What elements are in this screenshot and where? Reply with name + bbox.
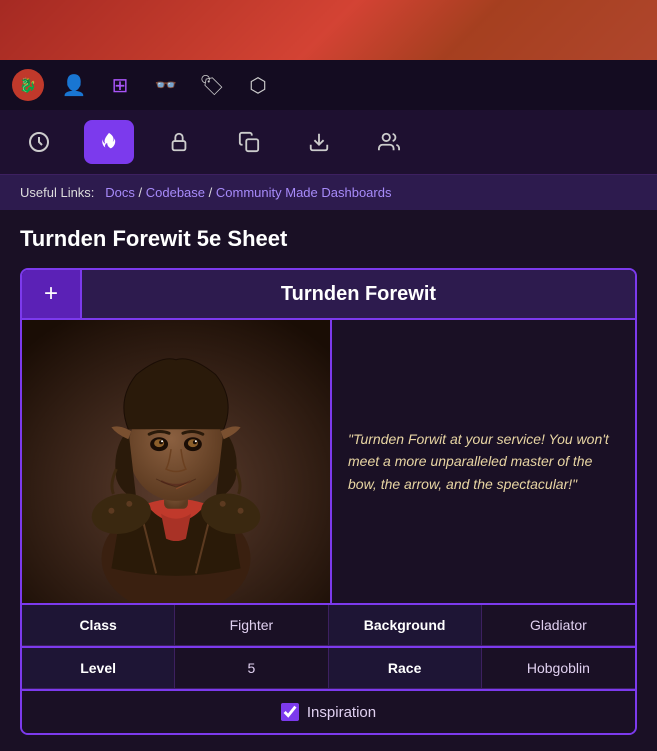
sheet-title: Turnden Forewit 5e Sheet: [20, 226, 637, 252]
tag-icon[interactable]: 🏷: [196, 69, 228, 101]
background-value: Gladiator: [482, 605, 635, 646]
card-header: + Turnden Forewit: [22, 270, 635, 320]
glasses-icon[interactable]: 👓: [150, 69, 182, 101]
tab-users[interactable]: [364, 120, 414, 164]
info-grid-row1: Class Fighter Background Gladiator: [22, 603, 635, 646]
codebase-link[interactable]: Codebase: [146, 185, 205, 200]
background-label: Background: [329, 605, 482, 646]
class-value: Fighter: [175, 605, 328, 646]
top-nav: 🐉 👤 ⊞ 👓 🏷 ⬡: [0, 60, 657, 110]
race-label: Race: [329, 648, 482, 689]
inspiration-label: Inspiration: [307, 704, 376, 721]
quote-text: "Turnden Forwit at your service! You won…: [348, 428, 619, 495]
brand-icon[interactable]: 🐉: [12, 69, 44, 101]
card-body: "Turnden Forwit at your service! You won…: [22, 320, 635, 603]
character-card: + Turnden Forewit: [20, 268, 637, 735]
user-icon[interactable]: 👤: [58, 69, 90, 101]
top-background: [0, 0, 657, 60]
tab-flame[interactable]: [84, 120, 134, 164]
level-value: 5: [175, 648, 328, 689]
character-portrait: [22, 320, 332, 603]
add-character-button[interactable]: +: [22, 270, 82, 318]
docs-link[interactable]: Docs: [105, 185, 135, 200]
portrait-svg: [22, 320, 330, 603]
links-bar: Useful Links: Docs / Codebase / Communit…: [0, 175, 657, 210]
race-value: Hobgoblin: [482, 648, 635, 689]
community-dashboards-link[interactable]: Community Made Dashboards: [216, 185, 392, 200]
inspiration-checkbox[interactable]: [281, 703, 299, 721]
links-label: Useful Links:: [20, 185, 94, 200]
inspiration-row: Inspiration: [22, 689, 635, 733]
main-content: Turnden Forewit 5e Sheet + Turnden Forew…: [0, 210, 657, 751]
tab-clock[interactable]: [14, 120, 64, 164]
character-quote: "Turnden Forwit at your service! You won…: [332, 320, 635, 603]
level-label: Level: [22, 648, 175, 689]
character-name: Turnden Forewit: [82, 270, 635, 318]
tab-download[interactable]: [294, 120, 344, 164]
dice-icon[interactable]: ⬡: [242, 69, 274, 101]
grid-icon[interactable]: ⊞: [104, 69, 136, 101]
info-grid-row2: Level 5 Race Hobgoblin: [22, 646, 635, 689]
class-label: Class: [22, 605, 175, 646]
tab-copy[interactable]: [224, 120, 274, 164]
tab-lock[interactable]: [154, 120, 204, 164]
tabs-bar: [0, 110, 657, 175]
